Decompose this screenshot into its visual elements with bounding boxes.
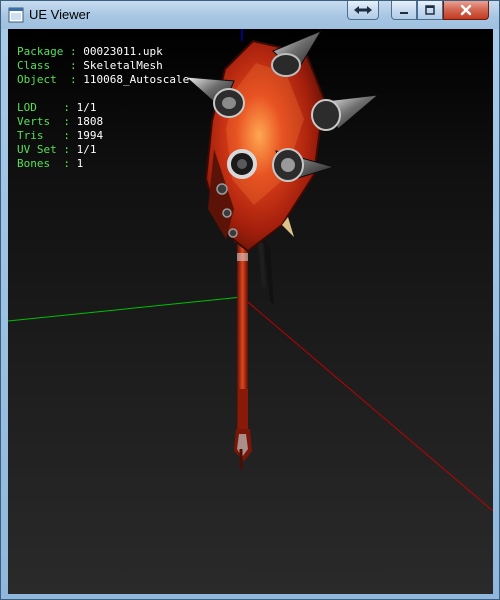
info-row-tris: Tris : 1994	[17, 129, 104, 142]
close-button[interactable]	[443, 1, 489, 20]
close-icon	[460, 4, 472, 16]
viewer-window: UE Viewer Package: 00023011.upk Class:…	[0, 0, 500, 600]
axis-x-line	[241, 296, 493, 512]
info-row-verts: Verts : 1808	[17, 115, 104, 128]
mace-shaft	[234, 229, 252, 469]
info-row-lod: LOD : 1/1	[17, 101, 97, 114]
title-bar[interactable]: UE Viewer	[1, 1, 499, 29]
info-row-uvset: UV Set : 1/1	[17, 143, 97, 156]
viewer-app-icon	[8, 7, 24, 23]
info-row-class: Class : SkeletalMesh	[17, 59, 163, 72]
viewport-canvas[interactable]: Package : 00023011.upk Class : SkeletalM…	[8, 29, 493, 594]
maximize-icon	[425, 5, 435, 15]
mesh-info-overlay: Package : 00023011.upk Class : SkeletalM…	[17, 45, 189, 171]
axis-y-line	[8, 296, 243, 322]
mace-head	[204, 39, 326, 253]
info-row-bones: Bones : 1	[17, 157, 84, 170]
minimize-icon	[400, 12, 408, 14]
restore-button[interactable]	[347, 1, 379, 20]
window-title: UE Viewer	[29, 7, 91, 22]
restore-arrows-icon	[354, 6, 372, 14]
info-row-object: Object : 110068_Autoscale	[17, 73, 190, 86]
mace-tassel	[264, 239, 274, 305]
maximize-button[interactable]	[417, 1, 443, 20]
info-row-package: Package : 00023011.upk	[17, 45, 163, 58]
minimize-button[interactable]	[391, 1, 417, 20]
mace-tassel	[258, 243, 266, 287]
